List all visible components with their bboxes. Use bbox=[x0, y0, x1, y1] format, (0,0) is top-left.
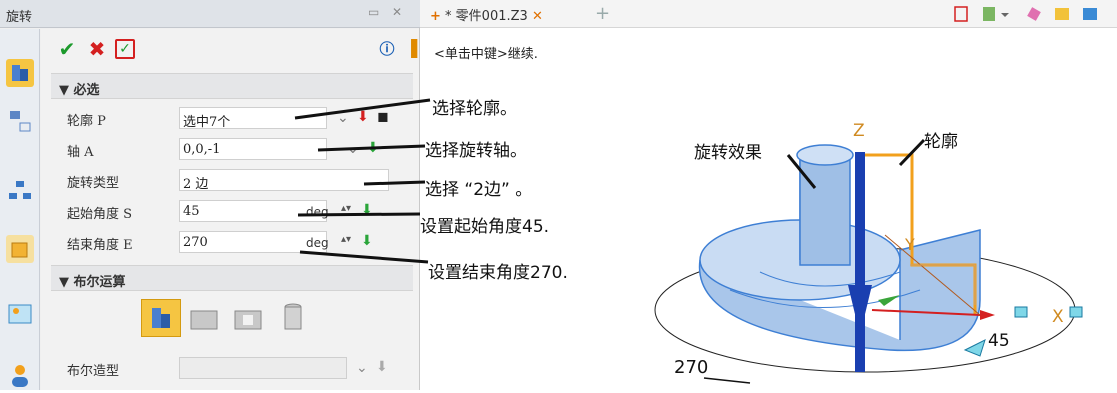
model-callouts bbox=[786, 138, 926, 189]
